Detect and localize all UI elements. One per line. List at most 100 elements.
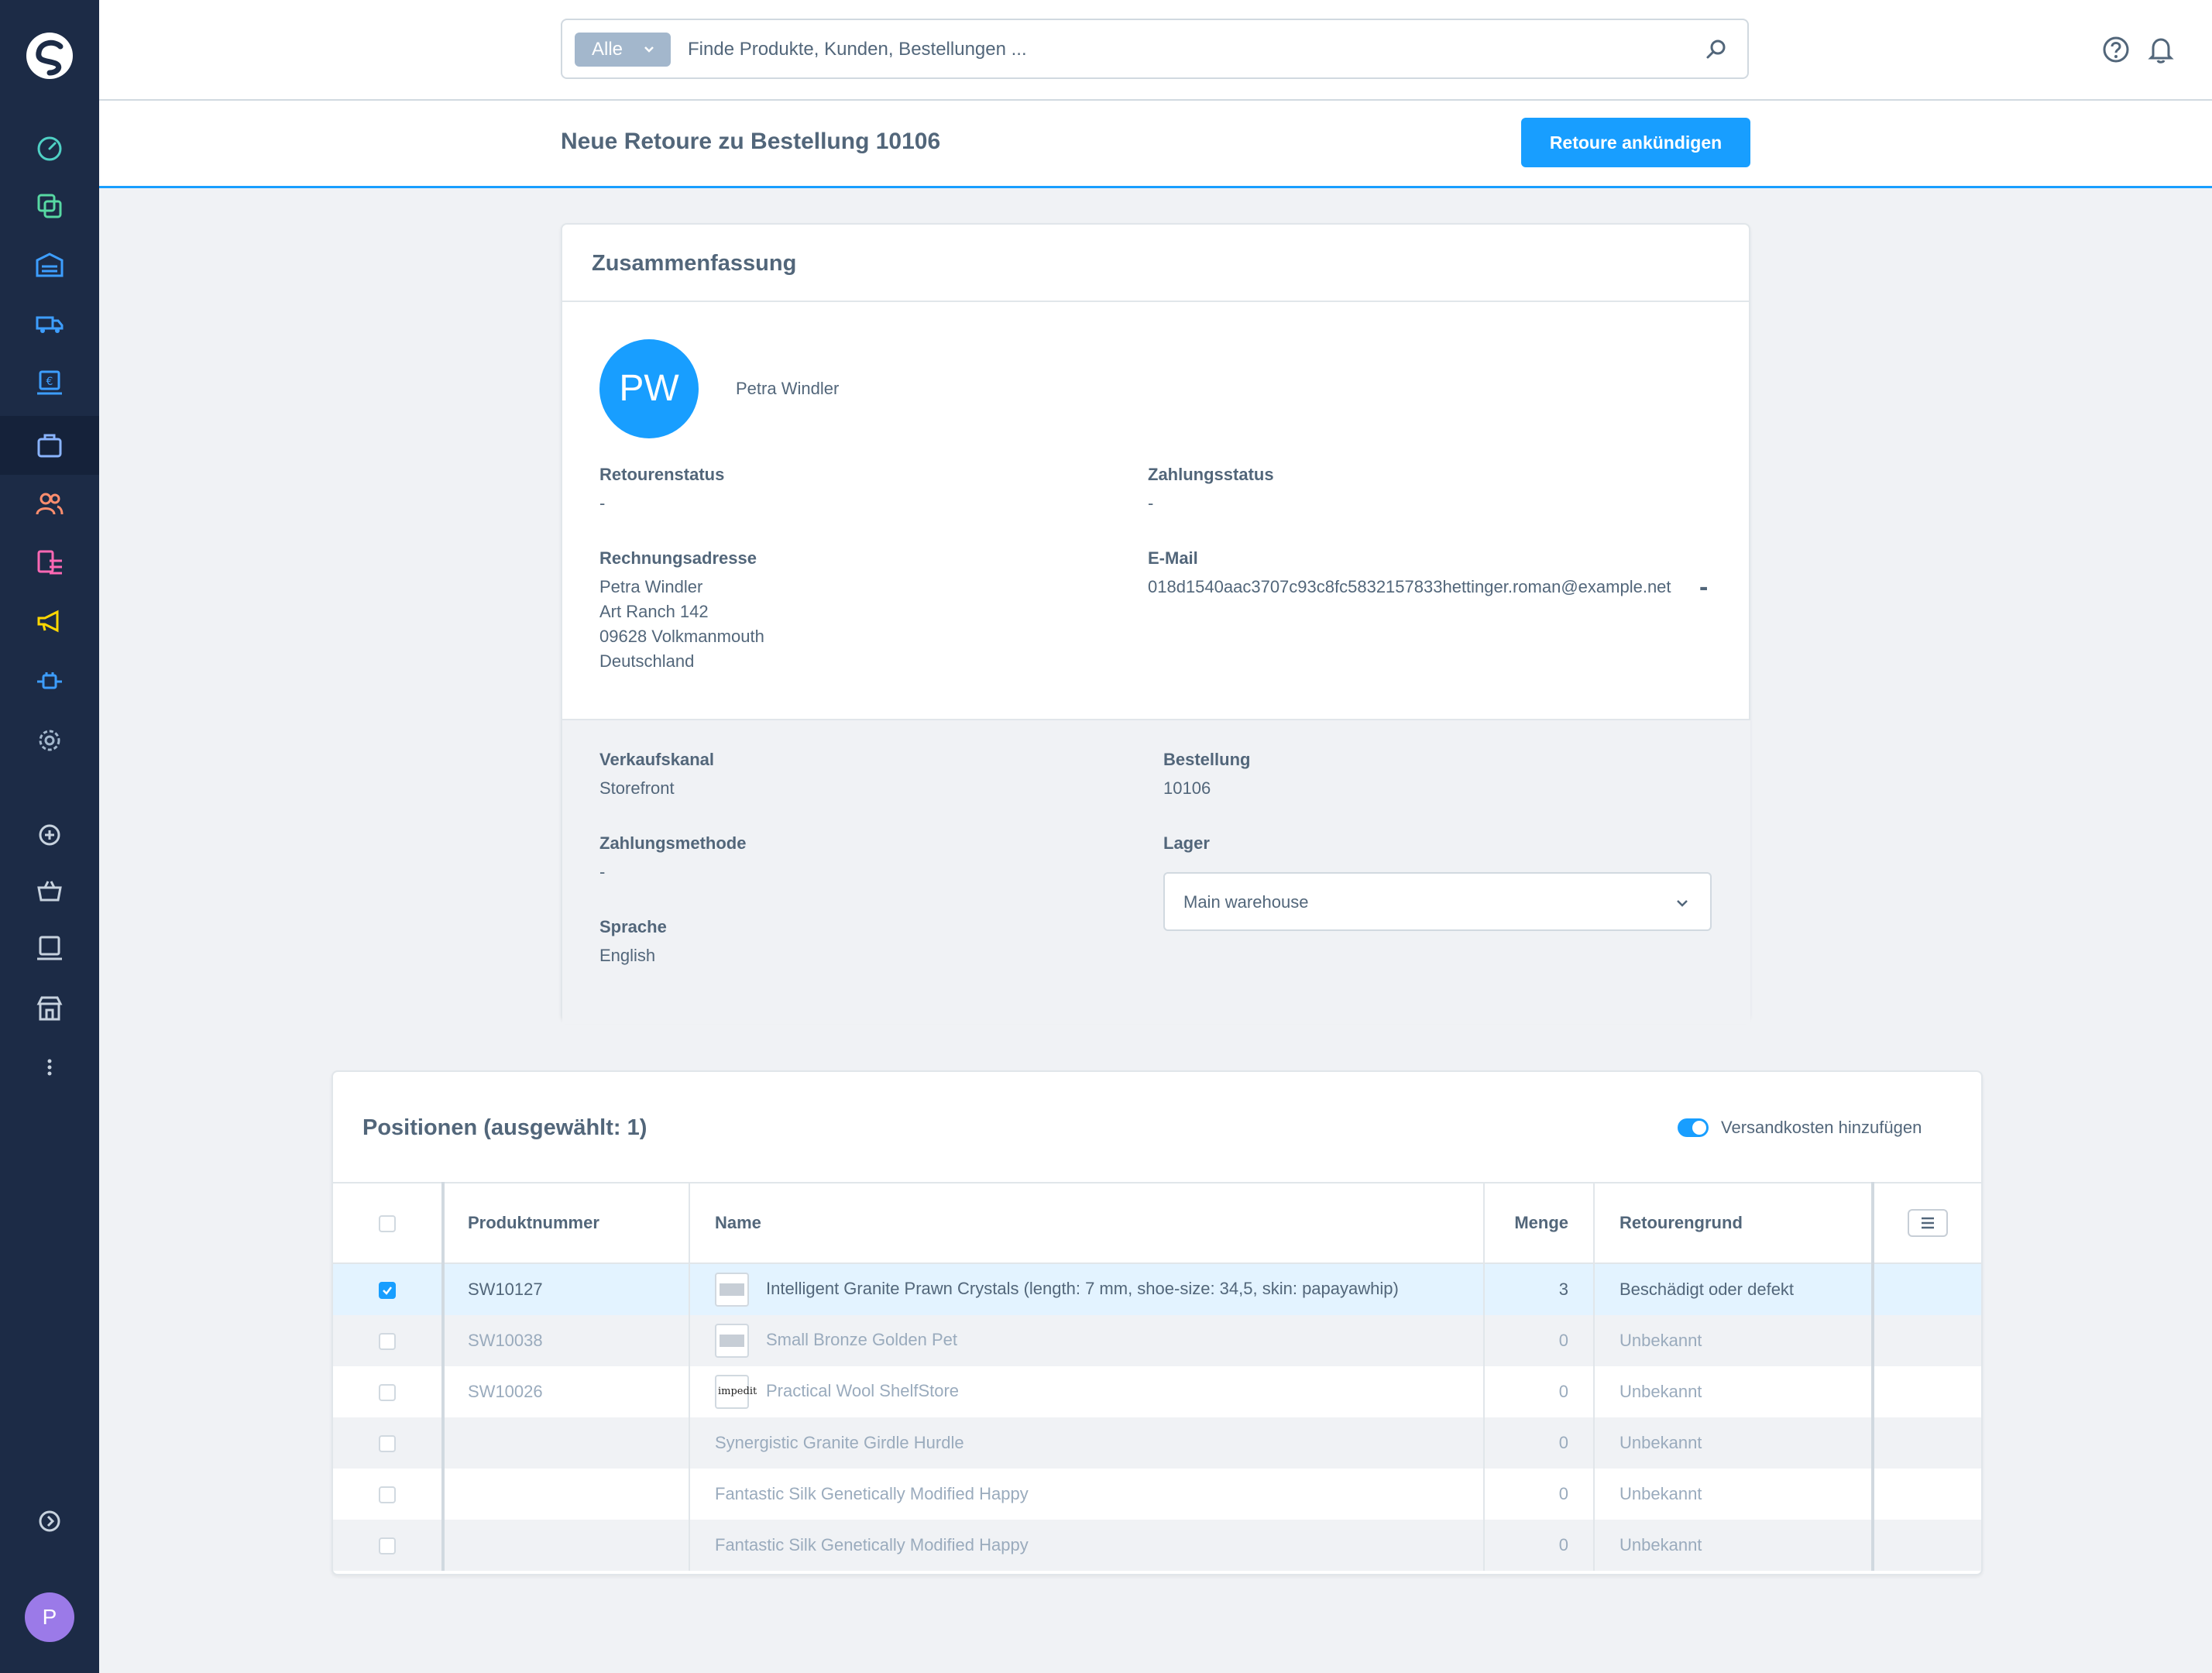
top-bar: Alle Finde Produkte, Kunden, Bestellunge…	[99, 0, 2212, 101]
table-row[interactable]: SW10026 impedit Practical Wool ShelfStore…	[333, 1366, 1981, 1417]
product-number-cell	[443, 1469, 690, 1520]
quantity-cell[interactable]: 0	[1484, 1469, 1595, 1520]
page-header: Neue Retoure zu Bestellung 10106 Retoure…	[99, 101, 2212, 188]
language-value: English	[599, 946, 656, 965]
row-actions-cell	[1873, 1469, 1981, 1520]
column-settings-button[interactable]	[1908, 1209, 1948, 1237]
quantity-cell[interactable]: 0	[1484, 1315, 1595, 1366]
list-menu-icon	[1922, 1217, 1934, 1229]
product-name[interactable]: Fantastic Silk Genetically Modified Happ…	[715, 1535, 1029, 1554]
product-thumbnail: impedit	[715, 1375, 757, 1409]
search-input[interactable]: Finde Produkte, Kunden, Bestellungen ...	[688, 39, 1027, 60]
search-icon[interactable]	[1704, 37, 1729, 62]
product-name[interactable]: Synergistic Granite Girdle Hurdle	[715, 1433, 964, 1452]
select-all-checkbox[interactable]	[379, 1215, 396, 1233]
sales-channel-basket-icon[interactable]	[31, 872, 68, 909]
product-thumbnail	[715, 1324, 749, 1358]
product-name[interactable]: Small Bronze Golden Pet	[766, 1330, 957, 1349]
shipping-costs-toggle[interactable]	[1678, 1118, 1709, 1137]
sales-channel-pos-icon[interactable]	[31, 929, 68, 967]
column-header-return-reason[interactable]: Retourengrund	[1594, 1182, 1874, 1264]
return-reason-cell[interactable]: Unbekannt	[1594, 1469, 1874, 1520]
shipping-truck-icon[interactable]	[31, 305, 68, 342]
user-avatar[interactable]: P	[25, 1592, 74, 1642]
table-row[interactable]: Fantastic Silk Genetically Modified Happ…	[333, 1469, 1981, 1520]
settings-gear-icon[interactable]	[31, 722, 68, 759]
row-actions-cell	[1873, 1263, 1981, 1315]
warehouse-icon[interactable]	[31, 246, 68, 283]
dashboard-icon[interactable]	[31, 129, 68, 166]
customer-extra-dash: -	[1699, 572, 1709, 602]
quantity-cell[interactable]: 3	[1484, 1263, 1595, 1315]
quantity-cell[interactable]: 0	[1484, 1417, 1595, 1469]
table-row[interactable]: Synergistic Granite Girdle Hurdle 0 Unbe…	[333, 1417, 1981, 1469]
positions-title: Positionen (ausgewählt: 1)	[362, 1115, 647, 1140]
positions-table: Produktnummer Name Menge Retourengrund S…	[333, 1182, 1981, 1571]
row-checkbox[interactable]	[379, 1435, 396, 1453]
product-name[interactable]: Practical Wool ShelfStore	[766, 1381, 959, 1400]
product-thumbnail	[715, 1273, 749, 1307]
catalogue-icon[interactable]	[31, 187, 68, 225]
warehouse-select[interactable]: Main warehouse	[1163, 872, 1712, 931]
quantity-cell[interactable]: 0	[1484, 1366, 1595, 1417]
customer-avatar: PW	[599, 339, 699, 438]
product-name[interactable]: Fantastic Silk Genetically Modified Happ…	[715, 1484, 1029, 1503]
table-row[interactable]: SW10127 Intelligent Granite Prawn Crysta…	[333, 1263, 1981, 1315]
sales-channel-value: Storefront	[599, 778, 675, 798]
row-select-cell	[333, 1417, 445, 1469]
table-row[interactable]: Fantastic Silk Genetically Modified Happ…	[333, 1520, 1981, 1571]
billing-address-line: Petra Windler	[599, 577, 703, 596]
billing-address-line: 09628 Volkmanmouth	[599, 627, 764, 646]
product-number-cell: SW10038	[443, 1315, 690, 1366]
payment-method-label: Zahlungsmethode	[599, 833, 747, 853]
row-checkbox[interactable]	[379, 1384, 396, 1402]
help-icon[interactable]	[2100, 34, 2131, 65]
return-reason-cell[interactable]: Unbekannt	[1594, 1366, 1874, 1417]
column-header-name[interactable]: Name	[689, 1182, 1485, 1264]
orders-bag-icon[interactable]	[31, 427, 68, 464]
return-reason-cell[interactable]: Beschädigt oder defekt	[1594, 1263, 1874, 1315]
sales-channel-store-icon[interactable]	[31, 990, 68, 1027]
add-sales-channel-icon[interactable]	[31, 816, 68, 854]
sidebar: € P	[0, 0, 99, 1673]
row-actions-cell	[1873, 1315, 1981, 1366]
notifications-bell-icon[interactable]	[2145, 34, 2176, 65]
search-type-chip[interactable]: Alle	[575, 33, 671, 67]
return-reason-cell[interactable]: Unbekannt	[1594, 1417, 1874, 1469]
customers-icon[interactable]	[31, 485, 68, 522]
quantity-cell[interactable]: 0	[1484, 1520, 1595, 1571]
row-checkbox[interactable]	[379, 1333, 396, 1351]
shopware-logo-icon[interactable]	[23, 29, 76, 82]
content-icon[interactable]	[31, 544, 68, 581]
announce-return-button[interactable]: Retoure ankündigen	[1521, 118, 1750, 167]
payment-method-value: -	[599, 862, 606, 881]
return-reason-cell[interactable]: Unbekannt	[1594, 1520, 1874, 1571]
sales-channel-label: Verkaufskanal	[599, 750, 714, 769]
shipping-costs-label: Versandkosten hinzufügen	[1721, 1118, 1922, 1137]
column-header-quantity[interactable]: Menge	[1484, 1182, 1595, 1264]
row-checkbox[interactable]	[379, 1537, 396, 1555]
billing-address-line: Deutschland	[599, 651, 695, 671]
extensions-plug-icon[interactable]	[31, 663, 68, 700]
column-header-product-number[interactable]: Produktnummer	[443, 1182, 690, 1264]
more-vertical-icon[interactable]	[31, 1049, 68, 1086]
global-search[interactable]: Alle Finde Produkte, Kunden, Bestellunge…	[561, 19, 1749, 79]
table-row[interactable]: SW10038 Small Bronze Golden Pet 0 Unbeka…	[333, 1315, 1981, 1366]
product-name-cell: Synergistic Granite Girdle Hurdle	[689, 1417, 1485, 1469]
product-name[interactable]: Intelligent Granite Prawn Crystals (leng…	[766, 1279, 1399, 1298]
payment-terminal-icon[interactable]: €	[31, 364, 68, 401]
expand-sidebar-icon[interactable]	[31, 1503, 68, 1540]
page-title: Neue Retoure zu Bestellung 10106	[561, 129, 941, 154]
product-name-cell: Fantastic Silk Genetically Modified Happ…	[689, 1469, 1485, 1520]
product-number-cell: SW10127	[443, 1263, 690, 1315]
row-checkbox[interactable]	[379, 1486, 396, 1504]
marketing-megaphone-icon[interactable]	[31, 603, 68, 640]
row-actions-cell	[1873, 1366, 1981, 1417]
order-details-section: Verkaufskanal Storefront Bestellung 1010…	[562, 719, 1750, 1024]
product-name-cell: Small Bronze Golden Pet	[689, 1315, 1485, 1366]
row-checkbox-checked[interactable]	[379, 1282, 396, 1300]
search-type-label: Alle	[592, 39, 623, 60]
payment-status-label: Zahlungsstatus	[1148, 465, 1274, 484]
return-reason-cell[interactable]: Unbekannt	[1594, 1315, 1874, 1366]
svg-text:€: €	[46, 376, 53, 388]
